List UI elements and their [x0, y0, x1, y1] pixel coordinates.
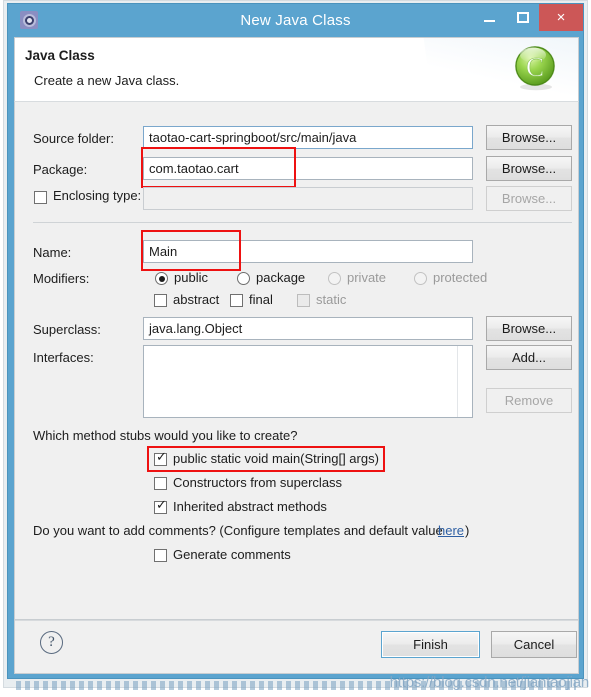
package-input[interactable]: com.taotao.cart: [143, 157, 473, 180]
modifier-label-static: static: [316, 292, 347, 307]
generate-comments-label: Generate comments: [173, 547, 291, 562]
method-stubs-question: Which method stubs would you like to cre…: [33, 428, 298, 443]
dialog-body: Source folder: taotao-cart-springboot/sr…: [14, 101, 579, 620]
radio-selected-dot: [158, 275, 165, 282]
dialog-footer: ? Finish Cancel: [14, 620, 579, 674]
source-folder-browse-button[interactable]: Browse...: [486, 125, 572, 150]
modifier-radio-package[interactable]: [237, 272, 250, 285]
modifier-radio-private: [328, 272, 341, 285]
name-label: Name:: [33, 245, 72, 260]
superclass-input[interactable]: java.lang.Object: [143, 317, 473, 340]
section-divider: [33, 222, 572, 223]
interfaces-scrollbar[interactable]: [457, 346, 458, 417]
comments-question-prefix: Do you want to add comments? (Configure …: [33, 523, 443, 538]
maximize-button[interactable]: [506, 4, 539, 31]
question-mark-icon[interactable]: ?: [40, 631, 63, 654]
source-folder-input[interactable]: taotao-cart-springboot/src/main/java: [143, 126, 473, 149]
modifier-radio-protected: [414, 272, 427, 285]
superclass-label: Superclass:: [33, 322, 101, 337]
source-folder-label: Source folder:: [33, 131, 114, 146]
modifier-label-final: final: [249, 292, 273, 307]
close-button[interactable]: ×: [539, 4, 583, 31]
interfaces-listbox[interactable]: [143, 345, 473, 418]
package-browse-button[interactable]: Browse...: [486, 156, 572, 181]
configure-templates-link[interactable]: here: [438, 523, 464, 538]
name-input[interactable]: Main: [143, 240, 473, 263]
check-tick-icon: ✓: [156, 450, 167, 465]
modifiers-label: Modifiers:: [33, 271, 90, 286]
generate-comments-checkbox[interactable]: [154, 549, 167, 562]
dialog-header: Java Class Create a new Java class. C: [14, 37, 579, 101]
stub-label-constructors: Constructors from superclass: [173, 475, 343, 490]
title-bar[interactable]: New Java Class ×: [8, 4, 583, 37]
interfaces-label: Interfaces:: [33, 350, 94, 365]
modifier-label-public: public: [174, 270, 208, 285]
enclosing-type-input[interactable]: [143, 187, 473, 210]
modifier-radio-public[interactable]: [155, 272, 168, 285]
modifier-checkbox-abstract[interactable]: [154, 294, 167, 307]
dialog-window: New Java Class × Java Class Create a new…: [7, 3, 584, 679]
svg-text:C: C: [526, 52, 544, 82]
modifier-label-protected: protected: [433, 270, 488, 285]
minimize-icon: [484, 20, 495, 22]
modifier-label-abstract: abstract: [173, 292, 220, 307]
window-controls: ×: [473, 4, 583, 37]
java-class-green-c-icon: C: [515, 46, 555, 91]
page-subtitle: Create a new Java class.: [34, 73, 180, 88]
modifier-checkbox-final[interactable]: [230, 294, 243, 307]
superclass-browse-button[interactable]: Browse...: [486, 316, 572, 341]
stub-checkbox-constructors[interactable]: [154, 477, 167, 490]
footer-divider: [15, 620, 578, 621]
minimize-button[interactable]: [473, 4, 506, 31]
enclosing-type-browse-button: Browse...: [486, 186, 572, 211]
interfaces-add-button[interactable]: Add...: [486, 345, 572, 370]
enclosing-type-label: Enclosing type:: [53, 188, 142, 203]
close-icon: ×: [556, 9, 566, 26]
comments-question-suffix: ): [465, 523, 470, 538]
enclosing-type-checkbox[interactable]: [34, 191, 47, 204]
check-tick-icon: ✓: [156, 498, 167, 513]
modifier-checkbox-static: [297, 294, 310, 307]
package-label: Package:: [33, 162, 88, 177]
stub-checkbox-inherited-abstract[interactable]: ✓: [154, 498, 167, 514]
watermark-text: https://blog.csdn.net/jiantaojian: [389, 674, 590, 691]
screenshot-root: New Java Class × Java Class Create a new…: [0, 0, 591, 697]
page-title: Java Class: [25, 48, 95, 63]
maximize-icon: [516, 12, 529, 23]
stub-label-main-method: public static void main(String[] args): [173, 451, 379, 466]
modifier-label-private: private: [347, 270, 387, 285]
stub-checkbox-main-method[interactable]: ✓: [154, 450, 167, 466]
interfaces-remove-button: Remove: [486, 388, 572, 413]
cancel-button[interactable]: Cancel: [491, 631, 577, 658]
stub-label-inherited-abstract: Inherited abstract methods: [173, 499, 327, 514]
finish-button[interactable]: Finish: [381, 631, 480, 658]
modifier-label-package: package: [256, 270, 306, 285]
